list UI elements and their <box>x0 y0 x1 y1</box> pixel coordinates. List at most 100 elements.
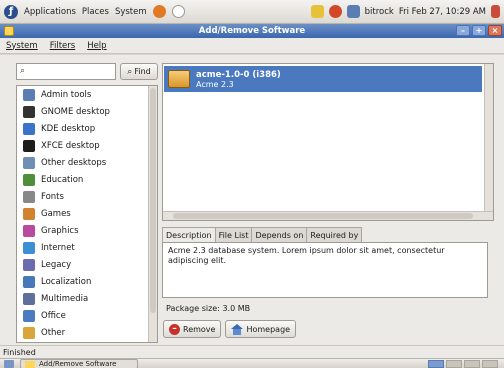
group-item[interactable]: Other desktops <box>17 154 157 171</box>
group-item[interactable]: Graphics <box>17 222 157 239</box>
top-panel: ƒ Applications Places System bitrock Fri… <box>0 0 504 24</box>
group-icon <box>23 309 35 322</box>
menu-system[interactable]: System <box>115 7 147 17</box>
group-item[interactable]: XFCE desktop <box>17 137 157 154</box>
group-icon <box>23 105 35 118</box>
tab-file-list[interactable]: File List <box>214 227 253 242</box>
group-label: Games <box>41 208 71 219</box>
group-icon <box>23 326 35 339</box>
group-item[interactable]: Fonts <box>17 188 157 205</box>
taskbar-window-button[interactable]: Add/Remove Software <box>20 358 138 368</box>
menu-places[interactable]: Places <box>82 7 109 17</box>
find-button[interactable]: ⌕ Find <box>120 63 158 80</box>
group-label: KDE desktop <box>41 123 96 134</box>
group-item[interactable]: Localization <box>17 273 157 290</box>
group-item[interactable]: Other <box>17 324 157 341</box>
menu-applications[interactable]: Applications <box>24 7 76 17</box>
package-name: acme-1.0-0 (i386) <box>196 69 281 80</box>
action-buttons: – Remove Homepage <box>163 320 297 338</box>
quit-icon[interactable] <box>491 5 500 18</box>
details-tabs: Description File List Depends on Require… <box>162 227 363 243</box>
group-label: Multimedia <box>41 293 89 304</box>
group-icon <box>23 156 35 169</box>
workspace-4[interactable] <box>482 359 498 368</box>
taskbar-window-label: Add/Remove Software <box>39 359 117 368</box>
menu-system-app[interactable]: System <box>6 41 38 51</box>
panel-username[interactable]: bitrock <box>365 7 394 17</box>
group-icon <box>23 190 35 203</box>
notes-icon[interactable] <box>310 5 324 18</box>
search-row: ⌕ ⌕ Find <box>16 63 158 80</box>
group-label: Legacy <box>41 259 72 270</box>
gnome-foot-icon[interactable]: ƒ <box>4 4 18 19</box>
group-item[interactable]: Legacy <box>17 256 157 273</box>
hscroll-thumb[interactable] <box>173 213 473 219</box>
workspace-3[interactable] <box>464 359 480 368</box>
group-label: Office <box>41 310 66 321</box>
group-list[interactable]: Admin tools GNOME desktop KDE desktop XFCE … <box>16 85 158 343</box>
group-icon <box>23 292 35 305</box>
group-item[interactable]: Internet <box>17 239 157 256</box>
group-icon <box>23 122 35 135</box>
firefox-launcher-icon[interactable] <box>152 5 166 18</box>
group-icon <box>23 258 35 271</box>
group-label: Other desktops <box>41 157 107 168</box>
tab-description[interactable]: Description <box>162 227 216 243</box>
group-item[interactable]: GNOME desktop <box>17 103 157 120</box>
group-item[interactable]: Office <box>17 307 157 324</box>
network-icon[interactable] <box>346 5 360 18</box>
group-label: Internet <box>41 242 75 253</box>
scroll-thumb[interactable] <box>150 88 156 313</box>
package-list-hscrollbar[interactable] <box>163 211 493 220</box>
package-summary: Acme 2.3 <box>196 79 234 89</box>
menu-help[interactable]: Help <box>87 41 106 51</box>
group-icon <box>23 173 35 186</box>
description-text: Acme 2.3 database system. Lorem ipsum do… <box>162 242 488 298</box>
window-title: Add/Remove Software <box>198 26 306 36</box>
update-notifier-icon[interactable] <box>328 5 342 18</box>
help-launcher-icon[interactable] <box>171 5 185 18</box>
group-label: Fonts <box>41 191 64 202</box>
workspace-switcher <box>428 359 498 368</box>
group-icon <box>23 139 35 152</box>
package-size: Package size: 3.0 MB <box>166 304 251 313</box>
group-label: XFCE desktop <box>41 140 100 151</box>
close-button[interactable]: × <box>488 25 502 36</box>
group-label: Graphics <box>41 225 79 236</box>
group-icon <box>23 207 35 220</box>
workspace-2[interactable] <box>446 359 462 368</box>
group-list-scrollbar[interactable] <box>148 86 157 342</box>
maximize-button[interactable]: + <box>472 25 486 36</box>
status-text: Finished <box>3 347 36 357</box>
window-app-icon[interactable] <box>4 26 14 36</box>
remove-button[interactable]: – Remove <box>163 320 222 338</box>
group-item[interactable]: Multimedia <box>17 290 157 307</box>
group-label: Localization <box>41 276 92 287</box>
group-label: GNOME desktop <box>41 106 110 117</box>
window-titlebar[interactable]: Add/Remove Software – + × <box>0 24 504 38</box>
minimize-button[interactable]: – <box>456 25 470 36</box>
package-icon <box>168 70 190 88</box>
tab-required-by[interactable]: Required by <box>306 227 363 242</box>
group-label: Admin tools <box>41 89 92 100</box>
show-desktop-icon[interactable] <box>4 359 14 368</box>
group-label: Other <box>41 327 66 338</box>
group-item[interactable]: KDE desktop <box>17 120 157 137</box>
menubar: System Filters Help <box>0 38 504 54</box>
menu-filters[interactable]: Filters <box>50 41 75 51</box>
panel-clock[interactable]: Fri Feb 27, 10:29 AM <box>399 7 486 17</box>
group-item[interactable]: Games <box>17 205 157 222</box>
group-item[interactable]: Admin tools <box>17 86 157 103</box>
package-list-vscrollbar[interactable] <box>484 64 493 212</box>
search-input[interactable]: ⌕ <box>16 63 116 80</box>
main-area: ⌕ ⌕ Find Admin tools GNOME desktop KDE des… <box>0 55 504 345</box>
tab-depends-on[interactable]: Depends on <box>251 227 308 242</box>
homepage-button[interactable]: Homepage <box>225 320 297 338</box>
home-icon <box>231 323 244 335</box>
workspace-1[interactable] <box>428 359 444 368</box>
package-row[interactable]: acme-1.0-0 (i386) Acme 2.3 <box>164 66 482 92</box>
group-icon <box>23 275 35 288</box>
group-item[interactable]: Education <box>17 171 157 188</box>
bottom-taskbar: Add/Remove Software <box>0 358 504 368</box>
package-list[interactable]: acme-1.0-0 (i386) Acme 2.3 <box>162 63 494 221</box>
